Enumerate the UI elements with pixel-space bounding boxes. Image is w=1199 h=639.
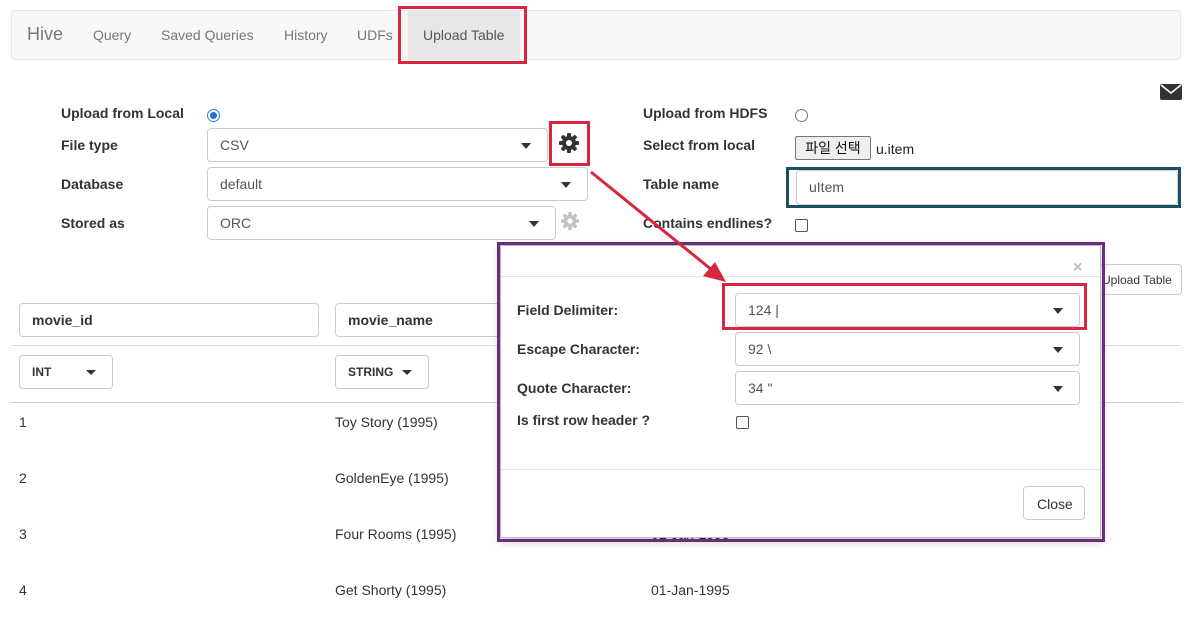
annotation-arrow [590, 170, 726, 282]
